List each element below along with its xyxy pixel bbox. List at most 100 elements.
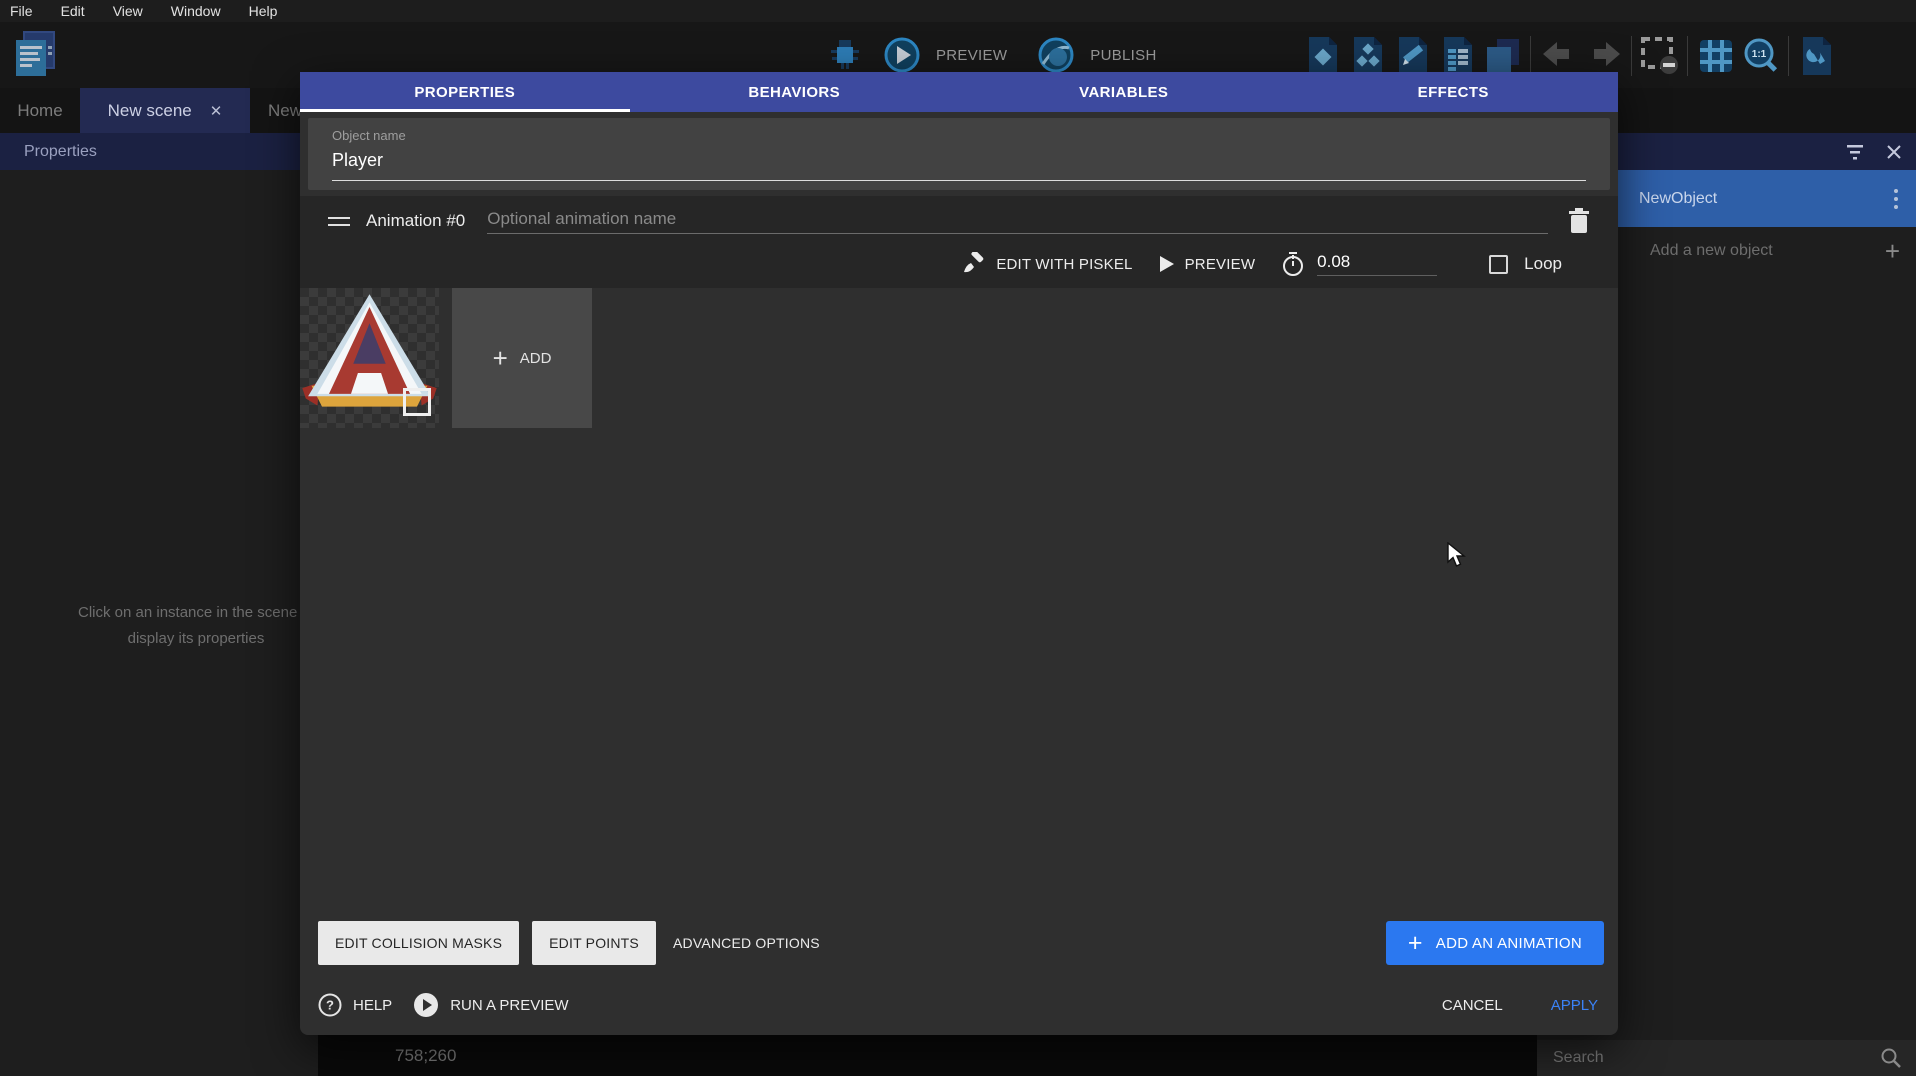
apply-button[interactable]: APPLY [1551,997,1598,1014]
gdevelop-app: File Edit View Window Help [0,0,1916,1076]
tab-home[interactable]: Home [0,88,80,133]
add-an-animation-button[interactable]: + ADD AN ANIMATION [1386,921,1604,965]
animation-title: Animation #0 [366,211,465,231]
publish-globe-icon [1037,36,1075,74]
object-name-field-block: Object name [308,118,1610,190]
tab-variables[interactable]: VARIABLES [959,72,1289,112]
deselect-instances-icon [1640,36,1680,76]
tab-effects-label: EFFECTS [1418,84,1489,101]
object-editor-dialog: PROPERTIES BEHAVIORS VARIABLES EFFECTS O… [300,72,1618,1035]
grid-icon [1698,38,1734,74]
properties-panel-header: Properties [0,133,318,170]
dialog-actions-row: EDIT COLLISION MASKS EDIT POINTS ADVANCE… [318,921,1604,965]
filter-icon[interactable] [1842,142,1868,162]
project-manager-icon [12,30,60,80]
toolbar-separator [1687,36,1688,76]
edit-collision-masks-button[interactable]: EDIT COLLISION MASKS [318,921,519,965]
add-frame-plus-icon: + [493,343,508,374]
sprite-frame-thumbnail[interactable] [300,288,439,428]
edit-scene-icon [1396,35,1430,77]
cursor-coordinates: 758;260 [395,1046,456,1066]
redo-icon [1586,40,1622,72]
settings-button[interactable] [1794,33,1839,79]
deselect-instances-button[interactable] [1637,33,1682,79]
delete-animation-trash-icon[interactable] [1568,208,1590,234]
tab-new-scene[interactable]: New scene ✕ [80,88,250,133]
tab-close-icon[interactable]: ✕ [210,102,223,120]
help-icon: ? [318,993,342,1017]
run-preview-icon [413,992,439,1018]
add-an-animation-label: ADD AN ANIMATION [1436,935,1582,952]
preview-animation-button[interactable]: PREVIEW [1159,255,1256,273]
layers-icon [1485,35,1521,77]
project-manager-button[interactable] [12,30,60,80]
object-name-field-label: Object name [332,128,1586,143]
zoom-1-1-button[interactable]: 1:1 [1738,33,1783,79]
zoom-1-1-icon: 1:1 [1742,37,1780,75]
edit-with-piskel-label: EDIT WITH PISKEL [996,256,1132,273]
tab-variables-label: VARIABLES [1079,84,1168,101]
add-frame-button[interactable]: + ADD [452,288,592,428]
menu-file[interactable]: File [10,3,33,19]
frame-origin-marker[interactable] [403,388,431,416]
object-name-input[interactable] [332,143,1586,181]
tab-properties-label: PROPERTIES [414,84,515,101]
dialog-footer: ? HELP RUN A PREVIEW CANCEL APPLY [300,985,1618,1035]
object-menu-kebab-icon[interactable] [1894,189,1916,209]
search-icon [1880,1047,1902,1069]
mouse-cursor [1447,542,1469,568]
tab-new-scene-label: New scene [108,101,192,121]
publish-label[interactable]: PUBLISH [1090,47,1156,64]
menu-bar: File Edit View Window Help [0,0,1916,22]
brush-icon [962,252,986,276]
objects-groups-editor-icon [1351,35,1385,77]
toolbar-separator [1530,36,1531,76]
run-a-preview-button[interactable]: RUN A PREVIEW [450,997,568,1014]
animation-controls-row: EDIT WITH PISKEL PREVIEW Loop [328,242,1590,286]
grid-button[interactable] [1693,33,1738,79]
svg-text:?: ? [326,998,334,1013]
preview-label[interactable]: PREVIEW [936,47,1007,64]
tab-effects[interactable]: EFFECTS [1289,72,1619,112]
tab-next-partial[interactable]: New [250,88,302,133]
menu-help[interactable]: Help [249,3,278,19]
tab-behaviors[interactable]: BEHAVIORS [630,72,960,112]
tab-properties[interactable]: PROPERTIES [300,72,630,112]
edit-points-button[interactable]: EDIT POINTS [532,921,656,965]
time-between-frames-input[interactable] [1317,252,1437,276]
play-icon [1159,255,1175,273]
loop-checkbox[interactable] [1489,255,1508,274]
help-button[interactable]: HELP [353,997,392,1014]
close-panel-icon[interactable] [1886,144,1902,160]
animation-title-row: Animation #0 [328,200,1590,242]
edit-with-piskel-button[interactable]: EDIT WITH PISKEL [962,252,1132,276]
add-frame-label: ADD [520,350,552,367]
menu-view[interactable]: View [113,3,143,19]
undo-icon [1541,40,1577,72]
active-tab-indicator [300,109,630,112]
objects-search-input[interactable] [1553,1049,1880,1067]
tab-behaviors-label: BEHAVIORS [748,84,840,101]
menu-edit[interactable]: Edit [61,3,85,19]
advanced-options-button[interactable]: ADVANCED OPTIONS [673,935,820,951]
animation-header-strip: Animation #0 EDIT WITH PISKEL [300,196,1618,288]
preview-publish-tools: PREVIEW PUBLISH [822,36,1157,74]
dialog-empty-area [300,428,1618,921]
animation-frames-row: + ADD [300,288,1618,428]
preview-play-icon [883,36,921,74]
toolbar-separator [1788,36,1789,76]
events-list-icon [1441,35,1475,77]
toolbar-separator [1631,36,1632,76]
animation-name-input[interactable] [487,209,1548,234]
objects-editor-icon [1306,35,1340,77]
settings-icon [1800,35,1834,77]
cancel-button[interactable]: CANCEL [1442,997,1503,1014]
svg-text:1:1: 1:1 [1751,49,1766,60]
timer-icon [1281,251,1305,277]
objects-search-bar [1537,1040,1916,1076]
properties-panel: Properties Click on an instance in the s… [0,133,318,1076]
menu-window[interactable]: Window [171,3,221,19]
debug-icon [830,38,860,72]
drag-handle-icon[interactable] [328,217,350,226]
dialog-tab-bar: PROPERTIES BEHAVIORS VARIABLES EFFECTS [300,72,1618,112]
